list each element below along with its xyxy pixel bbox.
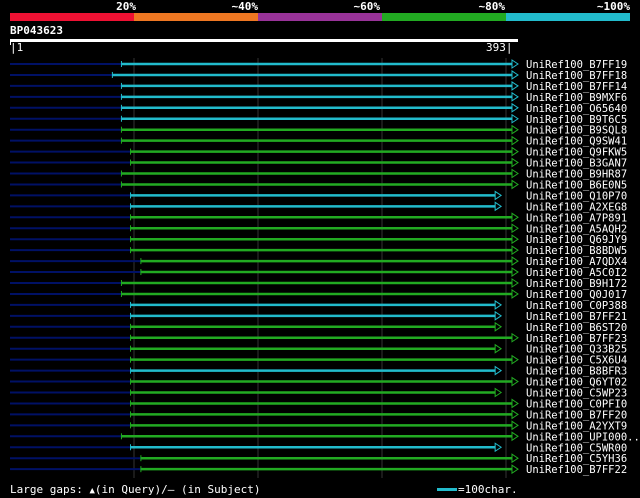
hit-arrow-icon xyxy=(494,201,503,212)
legend-gaps: Large gaps: ▲(in Query)/– (in Subject) xyxy=(10,483,261,498)
hit-arrow-icon xyxy=(511,398,519,409)
hit-arrow-icon xyxy=(511,59,519,69)
hit-arrow-icon xyxy=(511,102,519,113)
legend-gaps-label: Large gaps: xyxy=(10,483,83,496)
hit-arrow-icon xyxy=(511,113,519,124)
scale-segment-cyan xyxy=(506,13,630,21)
hit-arrow-icon xyxy=(494,442,503,453)
hit-arrow-icon xyxy=(494,299,503,310)
hit-arrow-icon xyxy=(511,146,519,157)
query-name: BP043623 xyxy=(10,24,63,37)
scale-segment-orange xyxy=(134,13,258,21)
hit-arrow-icon xyxy=(511,223,519,234)
hit-arrow-icon xyxy=(511,289,519,299)
hit-arrow-icon xyxy=(511,245,519,256)
hit-arrow-icon xyxy=(511,267,519,277)
hit-arrow-icon xyxy=(511,376,519,387)
hit-arrow-icon xyxy=(511,135,519,146)
hit-arrow-icon xyxy=(494,321,503,332)
scale-segment-purple xyxy=(258,13,382,21)
hit-label[interactable]: UniRef100_B7FF22 xyxy=(526,464,627,476)
hit-arrow-icon xyxy=(494,343,503,354)
hit-arrow-icon xyxy=(494,387,503,398)
hit-arrow-icon xyxy=(511,420,519,431)
hit-row[interactable]: UniRef100_B7FF22 xyxy=(10,464,627,476)
hit-arrow-icon xyxy=(494,190,503,201)
legend-in-query: (in Query)/ xyxy=(94,483,168,496)
hit-arrow-icon xyxy=(511,256,519,267)
hit-alignments: UniRef100_B7FF19UniRef100_B7FF18UniRef10… xyxy=(10,58,640,478)
scale-segment-red xyxy=(10,13,134,21)
hit-arrow-icon xyxy=(511,431,519,442)
scale-label-40: ~40% xyxy=(231,0,259,13)
hit-arrow-icon xyxy=(511,91,519,102)
hit-arrow-icon xyxy=(511,409,519,420)
query-bar xyxy=(10,39,518,42)
legend-dash: – xyxy=(167,483,175,496)
hit-arrow-icon xyxy=(494,310,503,321)
hit-arrow-icon xyxy=(511,179,519,190)
query-start-value: 1 xyxy=(16,41,24,54)
hit-arrow-icon xyxy=(511,464,519,475)
scale-segment-green xyxy=(382,13,506,21)
hit-arrow-icon xyxy=(511,278,519,288)
hit-arrow-icon xyxy=(511,168,519,179)
hit-arrow-icon xyxy=(511,70,519,80)
hit-arrow-icon xyxy=(511,453,519,464)
hit-arrow-icon xyxy=(511,354,519,365)
scale-label-100: ~100% xyxy=(596,0,630,13)
hit-arrow-icon xyxy=(494,365,503,376)
scale-label-20: 20% xyxy=(116,0,136,13)
scale-label-60: ~60% xyxy=(353,0,381,13)
query-start-label: |1 xyxy=(10,41,24,54)
legend-scale-bar xyxy=(437,488,457,491)
query-end-value: 393 xyxy=(486,41,506,54)
query-end-label: 393| xyxy=(486,41,513,54)
legend-in-subject: (in Subject) xyxy=(181,483,261,496)
hit-arrow-icon xyxy=(511,234,519,245)
hit-arrow-icon xyxy=(511,124,519,135)
hit-arrow-icon xyxy=(511,332,519,343)
scale-label-80: ~80% xyxy=(478,0,506,13)
legend-scale-label: =100char. xyxy=(458,483,518,496)
hit-arrow-icon xyxy=(511,212,519,223)
hit-arrow-icon xyxy=(511,80,519,91)
hit-arrow-icon xyxy=(511,157,519,168)
